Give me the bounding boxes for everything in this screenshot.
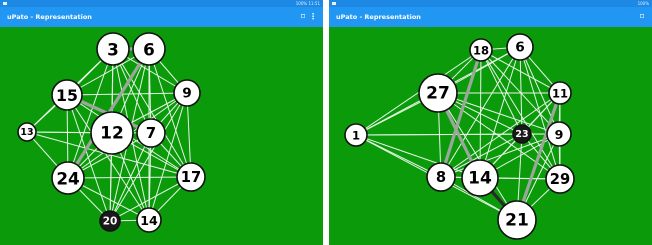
notification-icon: [3, 2, 7, 5]
graph-node[interactable]: 24: [51, 161, 85, 195]
node-label: 8: [436, 169, 446, 186]
pin-icon[interactable]: ⌑: [301, 7, 305, 27]
node-label: 12: [100, 124, 124, 144]
notification-icon: [332, 2, 336, 5]
graph-node[interactable]: 9: [546, 121, 572, 147]
pin-icon[interactable]: ⌑: [640, 7, 644, 27]
graph-node[interactable]: 27: [418, 73, 458, 113]
screen-right: 100% uPato - Representation ⌑ 18 6 27 11 1 23…: [329, 0, 652, 245]
node-label: 1: [352, 129, 360, 143]
app-title: uPato - Representation: [336, 13, 421, 21]
status-bar: 100%: [329, 0, 652, 7]
graph-node[interactable]: 29: [545, 164, 575, 194]
node-label: 14: [468, 169, 492, 189]
graph-node[interactable]: 13: [17, 122, 37, 142]
node-label: 9: [555, 127, 564, 142]
node-label: 21: [505, 211, 529, 231]
graph-edge: [66, 92, 188, 96]
node-label: 20: [103, 216, 118, 228]
graph-node[interactable]: 17: [176, 162, 206, 192]
more-vert-icon[interactable]: ⋮: [309, 7, 317, 27]
graph-node[interactable]: 15: [51, 79, 83, 111]
status-text: 100%: [637, 1, 649, 6]
node-label: 17: [181, 169, 201, 186]
graph-node[interactable]: 6: [506, 33, 534, 61]
node-label: 23: [515, 129, 528, 140]
node-label: 24: [56, 169, 79, 189]
graph-node[interactable]: 14: [136, 207, 162, 233]
node-label: 13: [20, 127, 33, 138]
graph-node[interactable]: 3: [96, 32, 130, 66]
graph-node[interactable]: 18: [469, 38, 493, 62]
graph-node[interactable]: 9: [173, 79, 201, 107]
app-bar: uPato - Representation ⌑ ⋮: [0, 7, 323, 27]
node-label: 3: [107, 40, 119, 60]
graph-node[interactable]: 8: [426, 162, 456, 192]
graph-node[interactable]: 14: [461, 159, 499, 197]
graph-node[interactable]: 11: [548, 81, 572, 105]
node-label: 9: [182, 86, 192, 102]
graph-canvas[interactable]: 3 6 15 9 13 12 7 24 17 20 14: [0, 27, 323, 245]
node-label: 14: [140, 213, 158, 228]
node-label: 15: [56, 86, 78, 105]
graph-node[interactable]: 6: [132, 32, 166, 66]
app-bar: uPato - Representation ⌑: [329, 7, 652, 27]
graph-edge: [480, 49, 523, 135]
node-label: 29: [550, 171, 570, 188]
node-label: 27: [426, 84, 450, 104]
graph-node[interactable]: 21: [497, 200, 537, 240]
node-label: 11: [552, 87, 568, 101]
status-bar: 100% 11:51: [0, 0, 323, 7]
graph-node[interactable]: 12: [90, 111, 134, 155]
graph-canvas[interactable]: 18 627 111 23 98 14 2921: [329, 27, 652, 245]
graph-node[interactable]: 7: [136, 118, 166, 148]
app-title: uPato - Representation: [7, 13, 92, 21]
graph-node[interactable]: 23: [512, 124, 532, 144]
graph-node[interactable]: 20: [99, 210, 121, 232]
status-text: 100% 11:51: [295, 1, 320, 6]
node-label: 6: [515, 40, 525, 56]
node-label: 7: [146, 125, 156, 142]
graph-node[interactable]: 1: [344, 123, 368, 147]
screen-left: 100% 11:51 uPato - Representation ⌑ ⋮ 3 6…: [0, 0, 323, 245]
node-label: 6: [143, 40, 155, 60]
node-label: 18: [473, 44, 489, 58]
graph-edge: [148, 48, 192, 178]
graph-edge: [67, 176, 192, 179]
graph-edge: [479, 46, 521, 179]
